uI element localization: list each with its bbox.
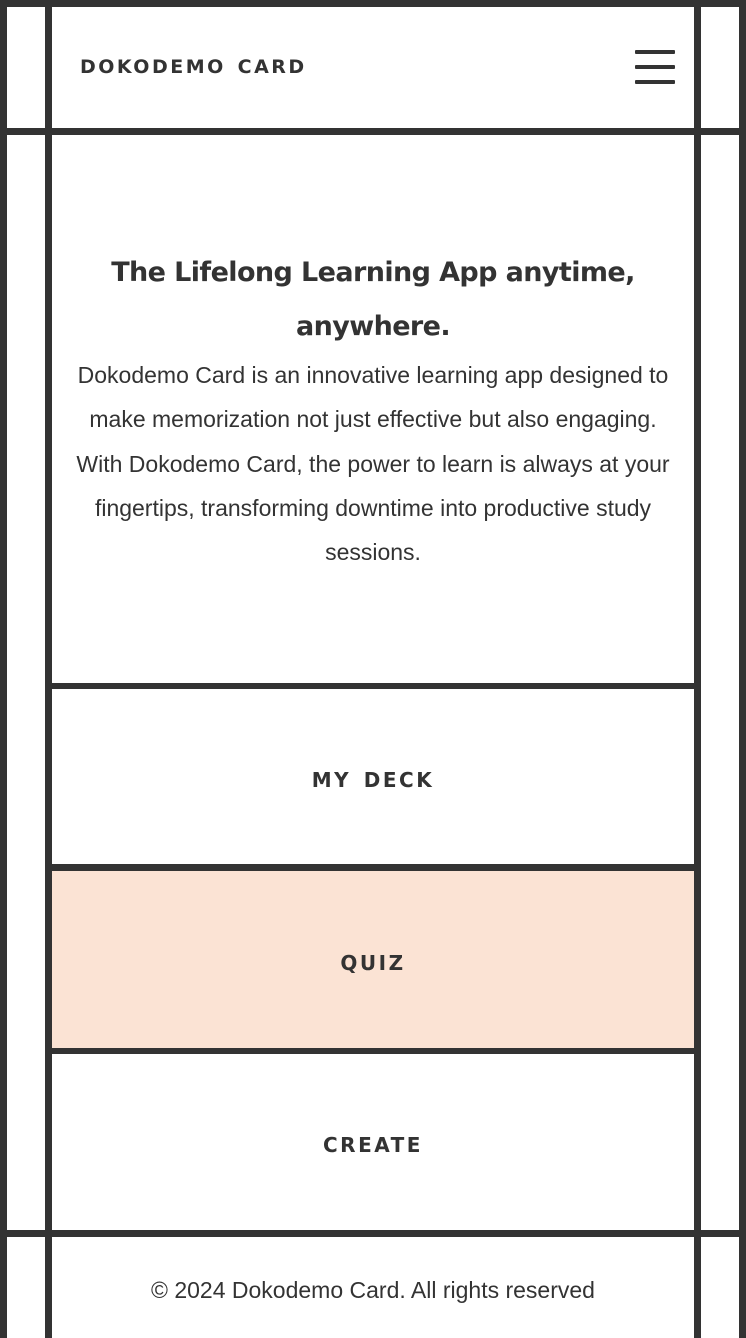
quiz-button[interactable]: Quiz — [52, 871, 694, 1048]
frame-right-outer-border — [739, 0, 746, 1338]
header-divider — [0, 128, 746, 135]
hamburger-menu-icon[interactable] — [630, 44, 680, 90]
footer-divider — [0, 1230, 746, 1237]
menu-bar-bottom — [635, 80, 675, 84]
my-deck-button[interactable]: My Deck — [52, 689, 694, 864]
frame-left-inner-border — [45, 0, 52, 1338]
hero-description: Dokodemo Card is an innovative learning … — [76, 362, 670, 566]
create-label: Create — [323, 1125, 423, 1159]
create-button[interactable]: Create — [52, 1054, 694, 1230]
hero-title-line-2: anywhere. — [295, 311, 451, 342]
my-deck-divider — [52, 864, 694, 871]
hero-title-line-1: The Lifelong Learning App anytime, — [111, 257, 635, 288]
menu-bar-top — [635, 50, 675, 54]
frame-right-inner-border — [694, 0, 701, 1338]
copyright-text: © 2024 Dokodemo Card. All rights reserve… — [151, 1277, 595, 1303]
frame-top-border — [0, 0, 746, 7]
brand-logo[interactable]: Dokodemo Card — [80, 48, 307, 82]
quiz-label: Quiz — [340, 942, 406, 977]
my-deck-label: My Deck — [311, 759, 435, 794]
menu-bar-middle — [635, 65, 675, 69]
frame-left-outer-border — [0, 0, 7, 1338]
hero-title: The Lifelong Learning App anytime, anywh… — [52, 246, 694, 354]
